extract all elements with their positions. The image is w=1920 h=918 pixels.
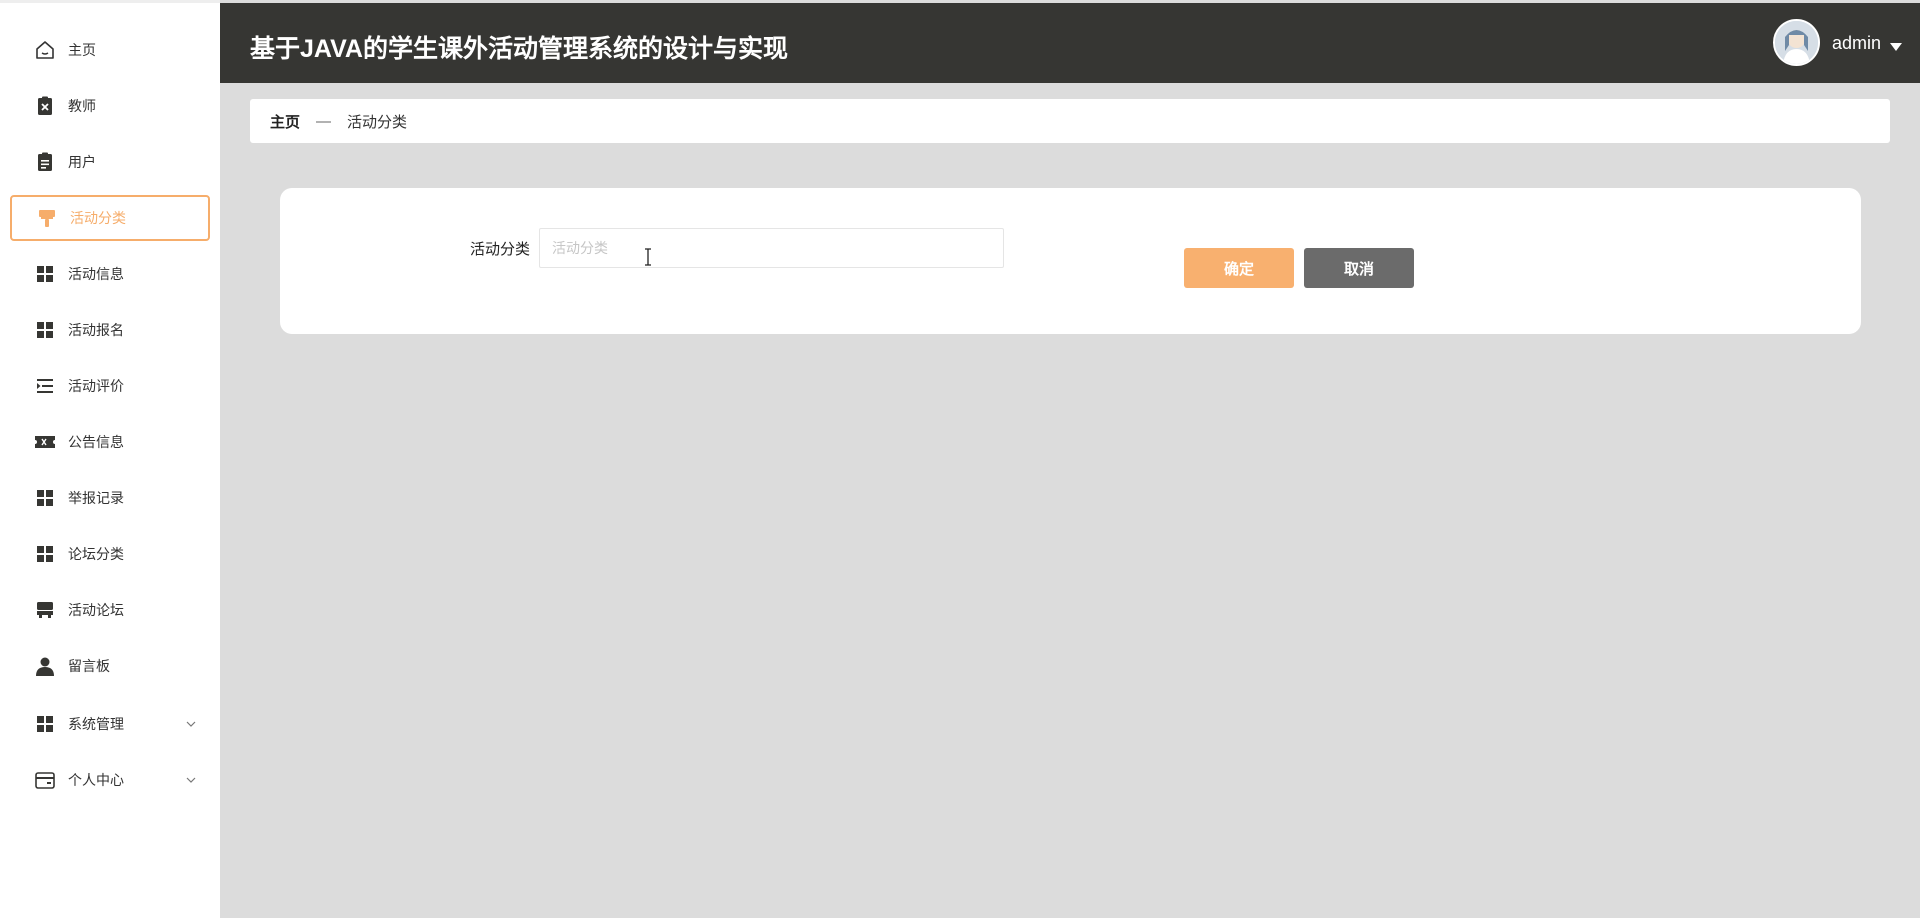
activity-category-label: 活动分类 xyxy=(470,241,531,258)
sidebar-item-label: 活动报名 xyxy=(68,322,124,338)
sidebar-item-label: 教师 xyxy=(68,98,96,114)
caret-down-icon[interactable] xyxy=(1890,38,1902,56)
sidebar-item-activity-info[interactable]: 活动信息 xyxy=(10,251,210,297)
sidebar-item-label: 活动评价 xyxy=(68,378,124,394)
confirm-button[interactable]: 确定 xyxy=(1184,248,1294,288)
username[interactable]: admin xyxy=(1832,33,1881,54)
avatar[interactable] xyxy=(1773,19,1820,66)
sidebar-item-report[interactable]: 举报记录 xyxy=(10,475,210,521)
breadcrumb-current: 活动分类 xyxy=(347,113,408,131)
sidebar-item-label: 个人中心 xyxy=(68,772,124,788)
sidebar-item-activity-forum[interactable]: 活动论坛 xyxy=(10,587,210,633)
ticket-icon xyxy=(34,431,56,453)
sidebar-item-label: 公告信息 xyxy=(68,434,124,450)
sidebar-item-label: 系统管理 xyxy=(68,716,124,732)
sidebar-item-activity-signup[interactable]: 活动报名 xyxy=(10,307,210,353)
sidebar-item-label: 用户 xyxy=(68,154,96,170)
list-indent-icon xyxy=(34,375,56,397)
sidebar-item-label: 活动信息 xyxy=(68,266,124,282)
sidebar-item-teacher[interactable]: 教师 xyxy=(10,83,210,129)
sidebar: 主页 教师 用户 活动分类 活动信息 活动报名 活动评价 公告信息 举报记录 论… xyxy=(0,0,220,918)
sidebar-item-announcement[interactable]: 公告信息 xyxy=(10,419,210,465)
wallet-icon xyxy=(34,769,56,791)
activity-category-input[interactable] xyxy=(539,228,1004,268)
sidebar-item-personal-center[interactable]: 个人中心 xyxy=(10,757,210,803)
grid-icon xyxy=(34,487,56,509)
store-icon xyxy=(34,599,56,621)
sidebar-item-label: 留言板 xyxy=(68,658,110,674)
sidebar-item-label: 主页 xyxy=(68,42,96,58)
sidebar-item-home[interactable]: 主页 xyxy=(10,27,210,73)
clipboard-x-icon xyxy=(34,95,56,117)
grid-icon xyxy=(34,319,56,341)
sidebar-item-forum-category[interactable]: 论坛分类 xyxy=(10,531,210,577)
sidebar-item-user[interactable]: 用户 xyxy=(10,139,210,185)
sidebar-item-label: 活动论坛 xyxy=(68,602,124,618)
form-card: 活动分类 确定 取消 xyxy=(280,188,1861,334)
app-title: 基于JAVA的学生课外活动管理系统的设计与实现 xyxy=(250,35,788,63)
chevron-down-icon[interactable] xyxy=(184,717,198,731)
chevron-down-icon[interactable] xyxy=(184,773,198,787)
grid-icon xyxy=(34,263,56,285)
sidebar-item-activity-review[interactable]: 活动评价 xyxy=(10,363,210,409)
clipboard-icon xyxy=(34,151,56,173)
home-icon xyxy=(34,39,56,61)
sidebar-item-message-board[interactable]: 留言板 xyxy=(10,643,210,689)
breadcrumb-separator: — xyxy=(316,112,332,130)
cancel-button[interactable]: 取消 xyxy=(1304,248,1414,288)
breadcrumb: 主页 — 活动分类 xyxy=(250,99,1890,143)
sidebar-item-activity-category[interactable]: 活动分类 xyxy=(10,195,210,241)
sidebar-item-system-management[interactable]: 系统管理 xyxy=(10,701,210,747)
person-icon xyxy=(34,655,56,677)
sidebar-item-label: 论坛分类 xyxy=(68,546,124,562)
grid-icon xyxy=(34,713,56,735)
top-header: 基于JAVA的学生课外活动管理系统的设计与实现 admin xyxy=(220,3,1920,83)
sidebar-item-label: 活动分类 xyxy=(70,210,126,226)
text-cursor-icon xyxy=(643,248,653,271)
paint-roller-icon xyxy=(36,207,58,229)
grid-icon xyxy=(34,543,56,565)
breadcrumb-home[interactable]: 主页 xyxy=(270,111,300,132)
sidebar-item-label: 举报记录 xyxy=(68,490,124,506)
